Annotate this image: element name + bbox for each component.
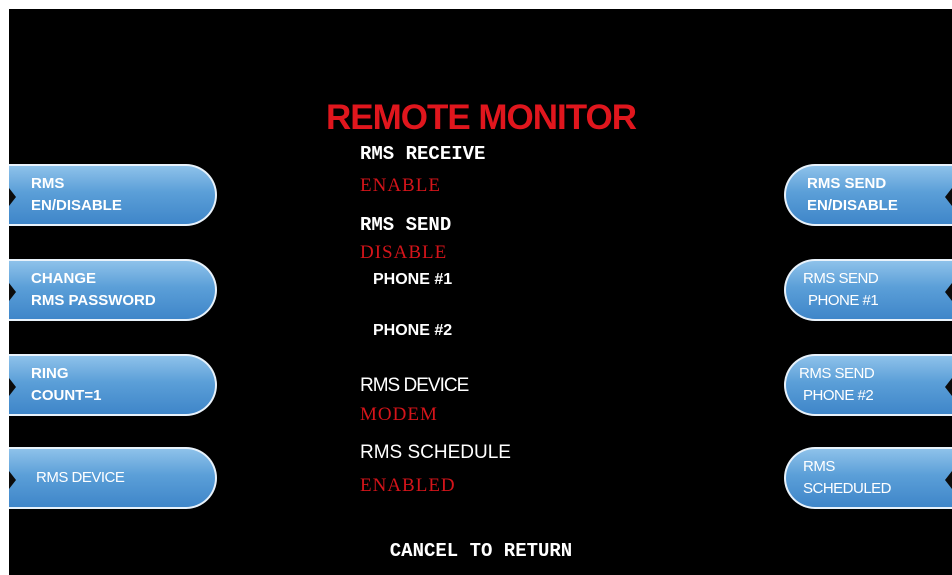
rms-device-button[interactable]: RMS DEVICE	[9, 447, 217, 509]
rms-schedule-value: ENABLED	[360, 475, 456, 496]
rms-device-value: MODEM	[360, 404, 438, 425]
rms-receive-label: RMS RECEIVE	[360, 143, 486, 165]
atm-screen: REMOTE MONITOR RMS EN/DISABLE CHANGE RMS…	[9, 9, 952, 575]
button-label-line2: PHONE #2	[803, 387, 874, 404]
button-label-line1: RMS DEVICE	[36, 469, 125, 486]
phone1-label: PHONE #1	[373, 271, 453, 288]
rms-send-phone1-button[interactable]: RMS SEND PHONE #1	[784, 259, 952, 321]
button-label-line1: RMS	[31, 175, 65, 192]
ring-count-button[interactable]: RING COUNT=1	[9, 354, 217, 416]
button-label-line2: RMS PASSWORD	[31, 292, 156, 309]
button-notch-icon	[9, 378, 16, 396]
button-label-line2: EN/DISABLE	[31, 197, 122, 214]
button-label-line2: COUNT=1	[31, 387, 102, 404]
button-notch-icon	[9, 283, 16, 301]
change-rms-password-button[interactable]: CHANGE RMS PASSWORD	[9, 259, 217, 321]
button-label-line1: CHANGE	[31, 270, 97, 287]
rms-schedule-label: RMS SCHEDULE	[360, 442, 511, 463]
button-notch-icon	[945, 378, 952, 396]
button-notch-icon	[945, 188, 952, 206]
rms-device-label: RMS DEVICE	[360, 375, 469, 396]
rms-scheduled-button[interactable]: RMS SCHEDULED	[784, 447, 952, 509]
button-label-line1: RMS SEND	[807, 175, 887, 192]
button-label-line1: RMS SEND	[799, 365, 875, 382]
rms-send-label: RMS SEND	[360, 214, 452, 236]
rms-send-enable-disable-button[interactable]: RMS SEND EN/DISABLE	[784, 164, 952, 226]
rms-receive-value: ENABLE	[360, 175, 441, 196]
rms-send-value: DISABLE	[360, 242, 448, 263]
button-label-line2: SCHEDULED	[803, 480, 892, 497]
button-label-line2: EN/DISABLE	[807, 197, 898, 214]
button-label-line1: RMS SEND	[803, 270, 879, 287]
button-label-line1: RING	[31, 365, 69, 382]
rms-enable-disable-button[interactable]: RMS EN/DISABLE	[9, 164, 217, 226]
button-notch-icon	[9, 471, 16, 489]
page-title: REMOTE MONITOR	[325, 98, 637, 137]
phone2-label: PHONE #2	[373, 322, 453, 339]
button-notch-icon	[9, 188, 16, 206]
button-notch-icon	[945, 283, 952, 301]
rms-send-phone2-button[interactable]: RMS SEND PHONE #2	[784, 354, 952, 416]
button-notch-icon	[945, 471, 952, 489]
button-label-line2: PHONE #1	[808, 292, 879, 309]
button-label-line1: RMS	[803, 458, 835, 475]
cancel-to-return-text: CANCEL TO RETURN	[389, 540, 573, 562]
